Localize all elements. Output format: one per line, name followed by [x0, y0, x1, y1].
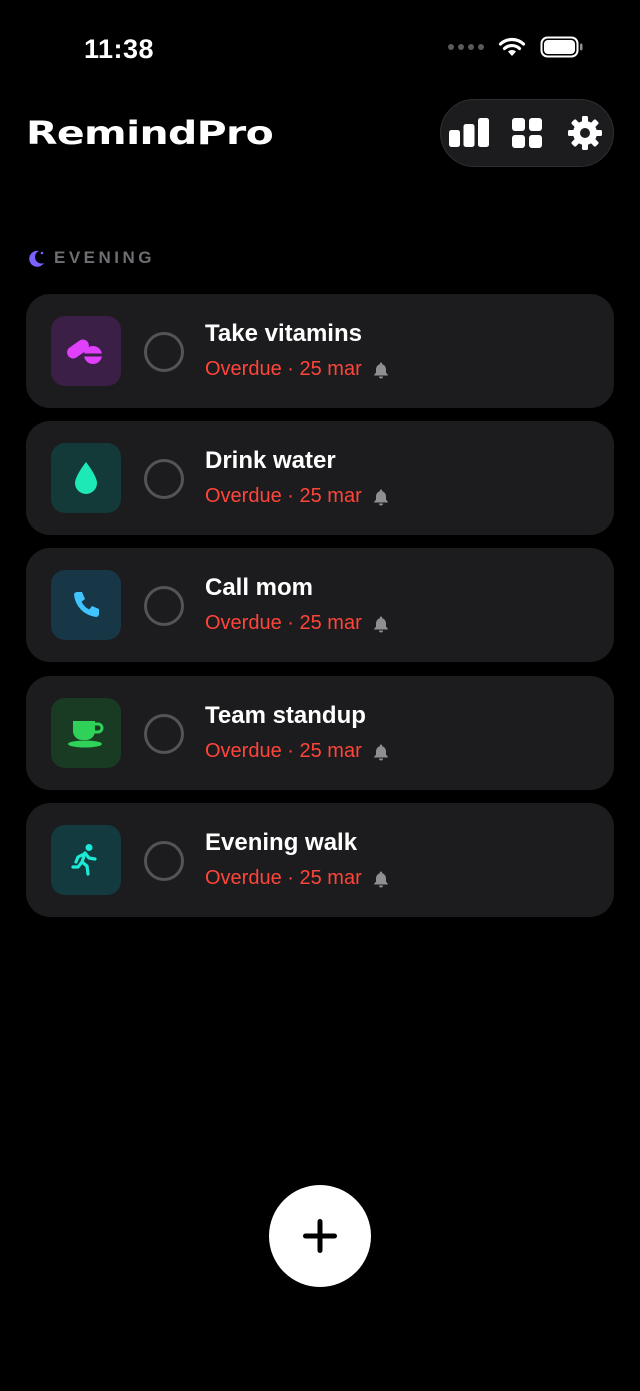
reminder-card[interactable]: Call mom Overdue · 25 mar [26, 548, 614, 662]
reminder-due-text: Overdue · 25 mar [205, 358, 362, 380]
reminder-card[interactable]: Take vitamins Overdue · 25 mar [26, 294, 614, 408]
reminder-title: Call mom [205, 574, 314, 601]
complete-checkbox[interactable] [144, 459, 184, 499]
reminder-card[interactable]: Drink water Overdue · 25 mar [26, 421, 614, 535]
reminder-due-text: Overdue · 25 mar [205, 867, 362, 889]
coffee-cup-icon [68, 721, 104, 748]
status-time: 11:38 [84, 34, 155, 64]
section-header-evening: EVENING [26, 248, 155, 268]
reminder-status: Overdue · 25 mar [205, 358, 390, 381]
battery-icon [540, 36, 583, 58]
stats-button[interactable] [447, 111, 491, 155]
section-label: EVENING [54, 248, 156, 267]
add-reminder-button[interactable] [269, 1185, 371, 1287]
reminder-title: Team standup [205, 702, 366, 729]
reminder-icon-tile [51, 825, 121, 895]
gear-icon [568, 116, 602, 150]
reminder-status: Overdue · 25 mar [205, 485, 390, 508]
plus-icon [303, 1219, 337, 1253]
reminder-status: Overdue · 25 mar [205, 612, 390, 635]
cellular-signal-icon [448, 44, 484, 50]
pills-icon [67, 339, 103, 364]
reminder-icon-tile [51, 698, 121, 768]
settings-button[interactable] [563, 111, 607, 155]
grid-icon [512, 118, 542, 148]
bell-icon [373, 871, 388, 887]
moon-icon [29, 250, 44, 267]
water-drop-icon [75, 462, 97, 494]
reminder-due-text: Overdue · 25 mar [205, 485, 362, 507]
bell-icon [373, 744, 388, 760]
reminder-due-text: Overdue · 25 mar [205, 740, 362, 762]
reminder-status: Overdue · 25 mar [205, 740, 390, 763]
reminder-title: Evening walk [205, 829, 358, 856]
reminder-icon-tile [51, 570, 121, 640]
reminder-icon-tile [51, 316, 121, 386]
header-toolbar [440, 99, 614, 167]
reminder-icon-tile [51, 443, 121, 513]
walking-icon [71, 844, 97, 876]
reminder-title: Take vitamins [205, 320, 362, 347]
complete-checkbox[interactable] [144, 586, 184, 626]
app-title: RemindPro [26, 114, 274, 152]
bell-icon [373, 616, 388, 632]
reminder-card[interactable]: Team standup Overdue · 25 mar [26, 676, 614, 790]
grid-view-button[interactable] [505, 111, 549, 155]
reminder-due-text: Overdue · 25 mar [205, 612, 362, 634]
complete-checkbox[interactable] [144, 714, 184, 754]
reminder-card[interactable]: Evening walk Overdue · 25 mar [26, 803, 614, 917]
bar-chart-icon [449, 118, 489, 147]
complete-checkbox[interactable] [144, 841, 184, 881]
wifi-icon [498, 37, 526, 56]
phone-icon [74, 592, 99, 617]
bell-icon [373, 362, 388, 378]
complete-checkbox[interactable] [144, 332, 184, 372]
reminder-status: Overdue · 25 mar [205, 867, 390, 890]
bell-icon [373, 489, 388, 505]
status-indicators [448, 36, 584, 58]
reminder-title: Drink water [205, 447, 336, 474]
app-screen: 11:38 RemindPro EVENING Take vitamins Ov… [0, 0, 640, 1391]
